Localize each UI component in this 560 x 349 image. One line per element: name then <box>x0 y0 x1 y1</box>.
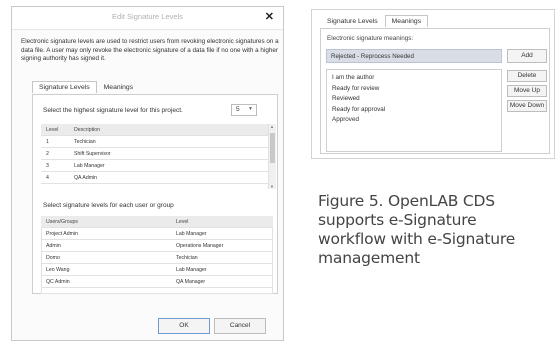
dialog-title: Edit Signature Levels <box>112 12 183 21</box>
table-row[interactable]: Domo Techician <box>41 251 273 264</box>
user-cell: Admin <box>41 239 171 252</box>
user-cell: QC Admin <box>41 275 171 288</box>
meanings-label: Electronic signature meanings: <box>327 35 414 42</box>
description-cell: QA Admin <box>69 171 275 184</box>
scroll-down-icon[interactable]: ▼ <box>270 184 274 189</box>
level-cell: 3 <box>41 159 69 172</box>
users-table: Users/Groups Level Project Admin Lab Man… <box>41 216 273 288</box>
meaning-input[interactable]: Rejected - Reprocess Needed <box>326 49 502 63</box>
meanings-tabs: Signature Levels Meanings <box>320 15 429 27</box>
table-row[interactable]: QC Admin QA Manager <box>41 275 273 288</box>
user-level-cell: Lab Manager <box>171 263 273 276</box>
description-cell: Shift Supervisor <box>69 147 275 160</box>
tab-signature-levels[interactable]: Signature Levels <box>320 15 385 27</box>
description-cell: Lab Manager <box>69 159 275 172</box>
ok-button[interactable]: OK <box>158 318 210 334</box>
scroll-up-icon[interactable]: ▲ <box>270 124 274 129</box>
figure-caption: Figure 5. OpenLAB CDS supports e-Signatu… <box>318 192 560 268</box>
edit-signature-levels-dialog: Edit Signature Levels ✕ Electronic signa… <box>11 6 284 341</box>
user-level-cell: Operations Manager <box>171 239 273 252</box>
list-item[interactable]: Approved <box>327 115 501 126</box>
column-header-users: Users/Groups <box>41 216 171 228</box>
caption-line: workflow with e-Signature <box>318 230 516 248</box>
delete-button[interactable]: Delete <box>507 70 547 82</box>
user-cell: Project Admin <box>41 227 171 240</box>
dialog-titlebar: Edit Signature Levels ✕ <box>12 7 283 30</box>
user-level-cell: Techician <box>171 251 273 264</box>
table-row[interactable]: Project Admin Lab Manager <box>41 227 273 240</box>
level-cell: 1 <box>41 135 69 148</box>
list-item[interactable]: Ready for approval <box>327 105 501 116</box>
table-row[interactable]: 3 Lab Manager <box>41 159 275 172</box>
signature-levels-panel: Select the highest signature level for t… <box>32 94 278 294</box>
levels-table-header: Level Description <box>41 124 275 136</box>
move-down-button[interactable]: Move Down <box>507 100 547 112</box>
table-row[interactable]: 2 Shift Supervisor <box>41 147 275 160</box>
user-cell: Leo Wang <box>41 263 171 276</box>
table-row[interactable]: 1 Techician <box>41 135 275 148</box>
list-item[interactable]: I am the author <box>327 73 501 84</box>
table-row[interactable]: Leo Wang Lab Manager <box>41 263 273 276</box>
user-cell: Domo <box>41 251 171 264</box>
caption-line: management <box>318 249 420 267</box>
cancel-button[interactable]: Cancel <box>214 318 266 334</box>
meanings-list: I am the author Ready for review Reviewe… <box>326 69 502 152</box>
close-icon[interactable]: ✕ <box>265 10 274 23</box>
column-header-description: Description <box>69 124 275 136</box>
caption-line: supports e-Signature <box>318 211 477 229</box>
tab-signature-levels[interactable]: Signature Levels <box>32 81 97 93</box>
scrollbar-thumb[interactable] <box>270 133 275 163</box>
dialog-tabs: Signature Levels Meanings <box>32 81 140 93</box>
dialog-description: Electronic signature levels are used to … <box>21 38 279 63</box>
tab-meanings[interactable]: Meanings <box>384 15 429 27</box>
levels-scrollbar[interactable]: ▲ ▼ <box>268 124 276 189</box>
add-button[interactable]: Add <box>507 49 547 63</box>
users-table-header: Users/Groups Level <box>41 216 273 228</box>
move-up-button[interactable]: Move Up <box>507 85 547 97</box>
tab-meanings[interactable]: Meanings <box>97 81 140 93</box>
table-row[interactable]: Admin Operations Manager <box>41 239 273 252</box>
list-item[interactable]: Reviewed <box>327 94 501 105</box>
table-row[interactable]: 4 QA Admin <box>41 171 275 184</box>
column-header-level: Level <box>171 216 273 228</box>
user-level-cell: QA Manager <box>171 275 273 288</box>
meanings-tab-panel: Electronic signature meanings: Rejected … <box>320 28 550 154</box>
level-cell: 4 <box>41 171 69 184</box>
assign-levels-label: Select signature levels for each user or… <box>43 202 174 209</box>
list-item[interactable]: Ready for review <box>327 84 501 95</box>
levels-table-wrap: Level Description 1 Techician 2 Shift Su… <box>33 95 275 189</box>
caption-line: Figure 5. OpenLAB CDS <box>318 192 495 210</box>
meanings-panel: Signature Levels Meanings Electronic sig… <box>311 9 555 159</box>
user-level-cell: Lab Manager <box>171 227 273 240</box>
description-cell: Techician <box>69 135 275 148</box>
levels-table: Level Description 1 Techician 2 Shift Su… <box>41 124 275 184</box>
level-cell: 2 <box>41 147 69 160</box>
column-header-level: Level <box>41 124 69 136</box>
